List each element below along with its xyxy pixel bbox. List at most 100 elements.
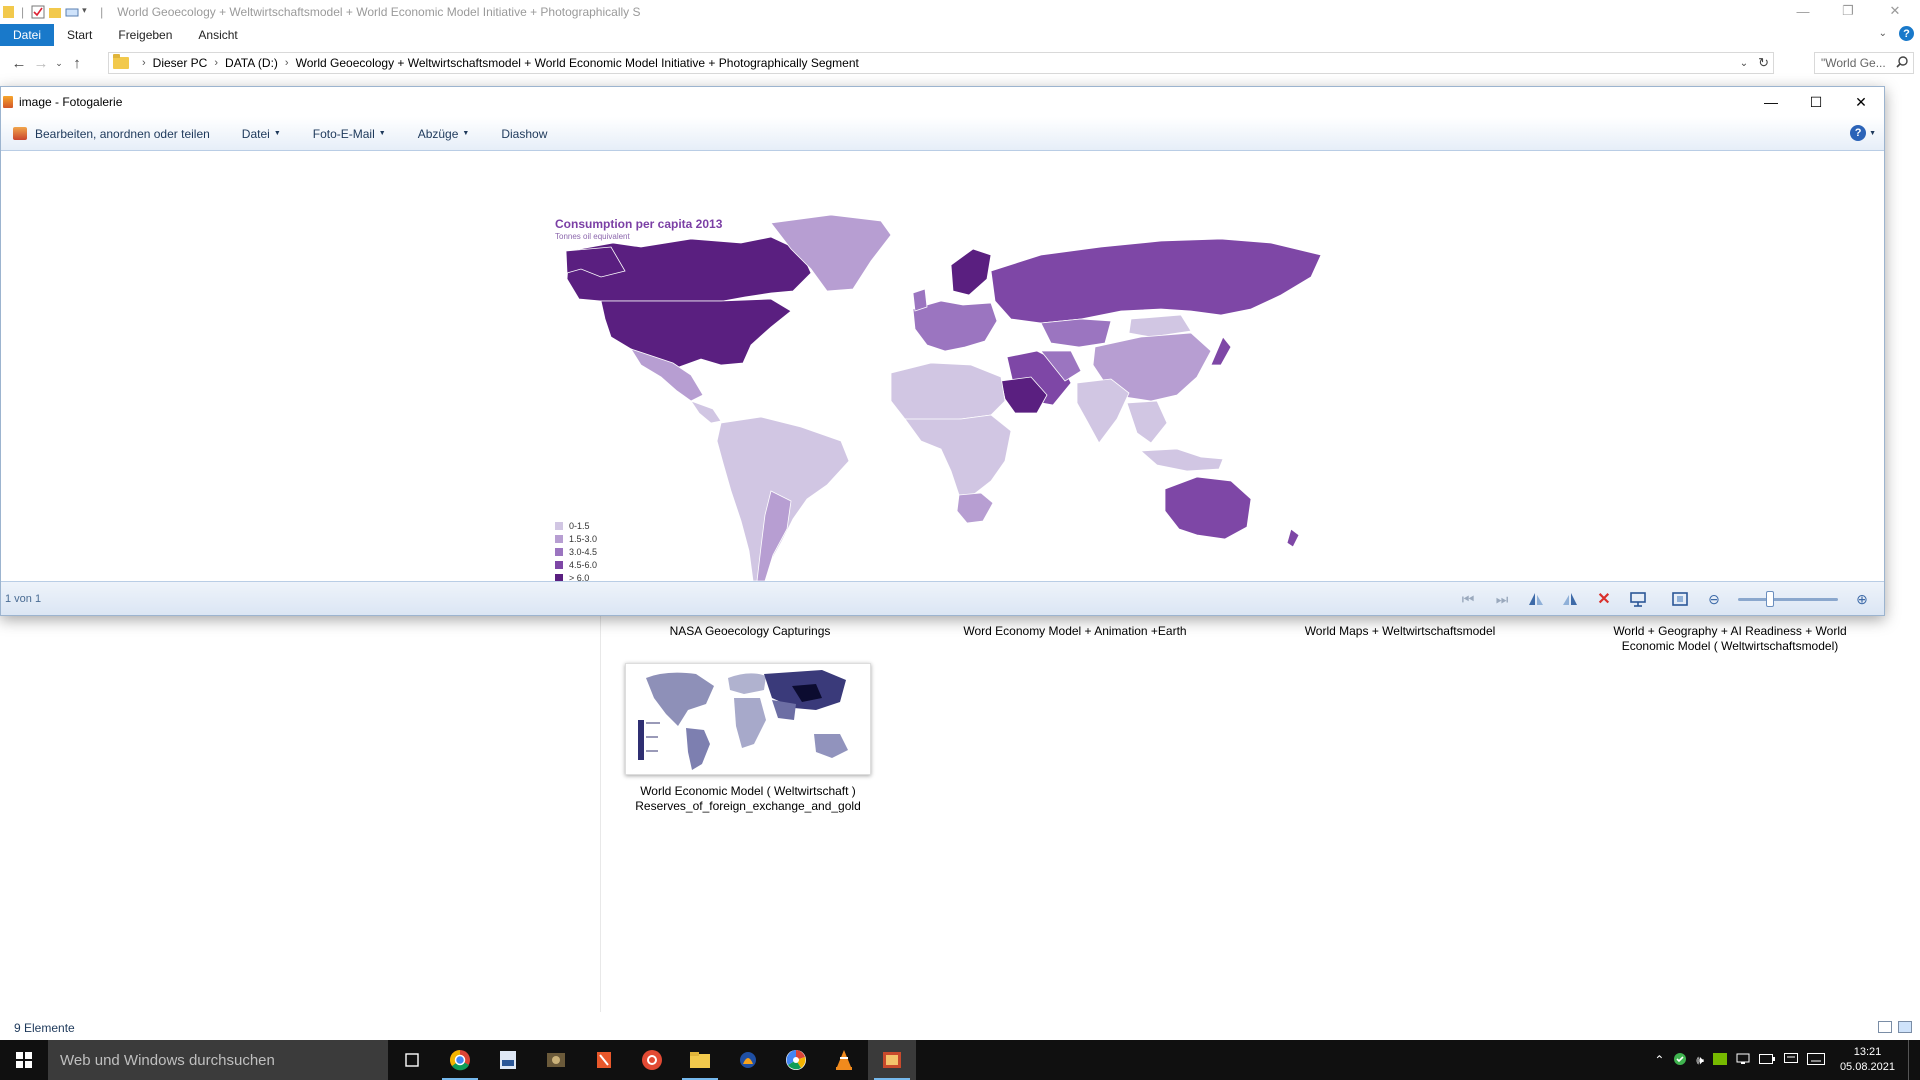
file-menu-button[interactable]: Datei ▼ (242, 127, 281, 141)
photo-gallery-taskbar-icon[interactable] (868, 1040, 916, 1080)
show-hidden-icons-icon[interactable]: ⌃ (1654, 1053, 1664, 1067)
gallery-close-button[interactable]: ✕ (1838, 87, 1884, 117)
chrome-canary-icon[interactable] (628, 1040, 676, 1080)
search-input[interactable]: "World Ge... (1814, 52, 1914, 74)
gallery-maximize-button[interactable]: ☐ (1793, 87, 1839, 117)
rotate-right-icon[interactable] (1560, 589, 1580, 609)
address-row: ← → ⌄ ↑ › Dieser PC › DATA (D:) › World … (0, 50, 1920, 76)
caret-down-icon: ▼ (273, 130, 281, 137)
restore-button[interactable]: ❐ (1825, 0, 1871, 22)
close-button[interactable]: ✕ (1872, 0, 1918, 22)
india-region (1076, 378, 1130, 444)
address-dropdown-icon[interactable]: ⌄ (1740, 58, 1748, 69)
rename-icon[interactable] (65, 5, 79, 19)
windows-start-icon[interactable] (0, 1040, 48, 1080)
chevron-right-icon[interactable]: › (214, 57, 218, 69)
gallery-help-button[interactable]: ? ▼ (1850, 125, 1876, 141)
new-zealand-region (1286, 528, 1300, 548)
task-view-icon[interactable] (388, 1040, 436, 1080)
breadcrumb-item[interactable]: DATA (D:) (225, 56, 278, 70)
chrome-icon[interactable] (436, 1040, 484, 1080)
help-icon[interactable]: ? (1899, 26, 1914, 41)
view-switcher (1878, 1021, 1912, 1033)
keyboard-icon[interactable] (1806, 1052, 1825, 1068)
action-center-icon[interactable] (1783, 1052, 1798, 1068)
photo-viewer-icon[interactable] (532, 1040, 580, 1080)
separator: | (21, 5, 25, 19)
battery-icon[interactable] (1758, 1053, 1775, 1067)
thumbnail-image[interactable] (625, 663, 871, 775)
tab-freigeben[interactable]: Freigeben (105, 24, 185, 46)
legend-item: 4.5-6.0 (555, 558, 597, 571)
uk-region (912, 288, 928, 312)
refresh-icon[interactable]: ↻ (1758, 55, 1769, 71)
image-viewer: Consumption per capita 2013 Tonnes oil e… (1, 151, 1884, 581)
prints-menu-button[interactable]: Abzüge ▼ (418, 127, 470, 141)
previous-icon[interactable]: ⏮ (1458, 589, 1478, 609)
legend-swatch (555, 521, 563, 530)
fit-to-window-icon[interactable] (1670, 589, 1690, 609)
delete-icon[interactable]: ✕ (1594, 589, 1614, 609)
breadcrumb-item[interactable]: Dieser PC (153, 56, 208, 70)
media-app-icon[interactable] (724, 1040, 772, 1080)
image-counter: 1 von 1 (5, 592, 42, 605)
folder-icon (113, 54, 129, 69)
expand-ribbon-icon[interactable]: ⌄ (1879, 28, 1887, 39)
file-explorer-icon[interactable] (676, 1040, 724, 1080)
slideshow-button[interactable]: Diashow (501, 127, 547, 141)
customize-quick-access-icon[interactable]: ▾ (82, 5, 96, 19)
thumbnail-caption[interactable]: Word Economy Model + Animation +Earth (950, 624, 1200, 639)
taskbar-search-input[interactable]: Web und Windows durchsuchen (48, 1040, 388, 1080)
nvidia-icon[interactable] (1712, 1052, 1727, 1068)
pdf-app-icon[interactable] (484, 1040, 532, 1080)
tab-ansicht[interactable]: Ansicht (185, 24, 250, 46)
thumbnail-caption[interactable]: World Maps + Weltwirtschaftsmodel (1290, 624, 1510, 639)
window-title: World Geoecology + Weltwirtschaftsmodel … (117, 5, 641, 19)
up-arrow-icon[interactable]: ↑ (66, 52, 88, 74)
gallery-minimize-button[interactable]: — (1748, 87, 1794, 117)
legend-item: > 6.0 (555, 571, 597, 581)
recent-locations-icon[interactable]: ⌄ (52, 52, 66, 74)
thumbnail-caption[interactable]: World + Geography + AI Readiness + World… (1590, 624, 1870, 654)
details-view-icon[interactable] (1878, 1021, 1892, 1033)
gallery-title: image - Fotogalerie (19, 95, 123, 109)
chevron-right-icon[interactable]: › (142, 57, 146, 69)
photo-email-button[interactable]: Foto-E-Mail ▼ (313, 127, 386, 141)
search-icon[interactable] (1896, 56, 1908, 71)
notes-app-icon[interactable] (580, 1040, 628, 1080)
notifications-icon[interactable] (1908, 1040, 1912, 1080)
minimize-button[interactable]: — (1780, 0, 1826, 22)
taskbar-empty-space (916, 1040, 1246, 1080)
caret-down-icon: ▼ (462, 130, 470, 137)
back-arrow-icon[interactable]: ← (8, 52, 30, 74)
properties-icon[interactable] (31, 5, 45, 19)
system-clock[interactable]: 13:21 05.08.2021 (1840, 1045, 1895, 1075)
vlc-icon[interactable] (820, 1040, 868, 1080)
edit-arrange-share-button[interactable]: Bearbeiten, anordnen oder teilen (13, 127, 210, 141)
address-bar[interactable]: › Dieser PC › DATA (D:) › World Geoecolo… (108, 52, 1774, 74)
breadcrumb-item[interactable]: World Geoecology + Weltwirtschaftsmodel … (296, 56, 859, 70)
rotate-left-icon[interactable] (1526, 589, 1546, 609)
map-legend: 0-1.5 1.5-3.0 3.0-4.5 4.5-6.0 > 6.0 (555, 519, 597, 581)
zoom-out-icon[interactable]: ⊖ (1704, 589, 1724, 609)
zoom-slider-thumb[interactable] (1766, 590, 1774, 607)
zoom-in-icon[interactable]: ⊕ (1852, 589, 1872, 609)
security-icon[interactable] (1673, 1052, 1687, 1069)
volume-icon[interactable]: 🕪 (1696, 1053, 1704, 1068)
thumbnail-caption[interactable]: World Economic Model ( Weltwirtschaft ) … (620, 784, 876, 814)
large-icons-view-icon[interactable] (1898, 1021, 1912, 1033)
chevron-right-icon[interactable]: › (285, 57, 289, 69)
new-folder-icon[interactable] (48, 5, 62, 19)
thumbnail-caption[interactable]: NASA Geoecology Capturings (640, 624, 860, 639)
network-icon[interactable] (1736, 1053, 1750, 1068)
tab-start[interactable]: Start (54, 24, 105, 46)
australia-region (1164, 476, 1252, 540)
slideshow-icon[interactable] (1628, 589, 1648, 609)
picasa-icon[interactable] (772, 1040, 820, 1080)
ribbon-tabs: Datei Start Freigeben Ansicht ⌄ ? (0, 24, 1920, 46)
next-icon[interactable]: ⏭ (1492, 589, 1512, 609)
zoom-slider[interactable] (1738, 590, 1838, 607)
forward-arrow-icon[interactable]: → (30, 52, 52, 74)
folder-icon (3, 5, 17, 19)
tab-datei[interactable]: Datei (0, 24, 55, 46)
